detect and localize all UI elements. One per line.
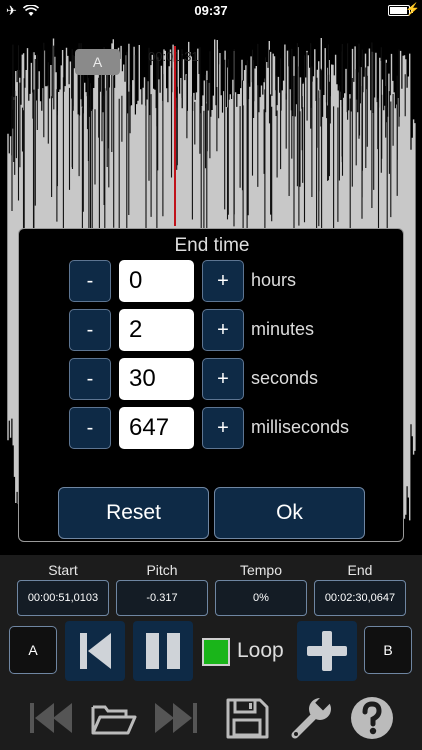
charging-icon: ⚡	[405, 2, 420, 16]
skip-to-start-button[interactable]	[65, 621, 125, 681]
seconds-increment-button[interactable]: +	[202, 358, 244, 400]
open-file-button[interactable]	[88, 695, 138, 741]
end-field[interactable]: 00:02:30,0647	[314, 580, 406, 616]
wrench-icon	[291, 693, 333, 739]
pitch-field[interactable]: -0.317	[116, 580, 208, 616]
control-panel: Start 00:00:51,0103 Pitch -0.317 Tempo 0…	[0, 555, 422, 750]
loop-checkbox[interactable]	[202, 638, 230, 666]
set-b-button[interactable]: B	[364, 626, 412, 674]
hours-row: - 0 + hours	[69, 260, 399, 302]
plus-icon	[307, 631, 347, 671]
milliseconds-row: - 647 + milliseconds	[69, 407, 399, 449]
minutes-increment-button[interactable]: +	[202, 309, 244, 351]
add-button[interactable]	[297, 621, 357, 681]
minutes-field[interactable]: 2	[119, 309, 194, 351]
skip-back-icon	[30, 703, 72, 733]
set-a-button[interactable]: A	[9, 626, 57, 674]
minutes-label: minutes	[251, 319, 315, 339]
save-button[interactable]	[222, 695, 272, 741]
start-field[interactable]: 00:00:51,0103	[17, 580, 109, 616]
hours-field[interactable]: 0	[119, 260, 194, 302]
tempo-label: Tempo	[239, 562, 283, 578]
minutes-decrement-button[interactable]: -	[69, 309, 111, 351]
seconds-label: seconds	[251, 368, 319, 388]
hours-label: hours	[251, 270, 297, 290]
seconds-row: - 30 + seconds	[69, 358, 399, 400]
hours-decrement-button[interactable]: -	[69, 260, 111, 302]
help-icon	[351, 697, 393, 739]
skip-forward-icon	[155, 703, 197, 733]
folder-open-icon	[91, 705, 137, 735]
settings-button[interactable]	[287, 693, 337, 741]
pause-icon	[146, 633, 180, 669]
save-icon	[226, 698, 269, 739]
minutes-row: - 2 + minutes	[69, 309, 399, 351]
pause-button[interactable]	[133, 621, 193, 681]
loop-label[interactable]: Loop	[237, 639, 284, 663]
milliseconds-increment-button[interactable]: +	[202, 407, 244, 449]
milliseconds-label: milliseconds	[251, 417, 350, 437]
status-bar: ✈ 09:37 ⚡	[0, 0, 422, 22]
help-button[interactable]	[348, 695, 398, 741]
status-time: 09:37	[194, 3, 228, 18]
marker-a-button[interactable]: A	[75, 49, 120, 75]
reset-button[interactable]: Reset	[58, 487, 209, 539]
ok-button[interactable]: Ok	[214, 487, 365, 539]
skip-to-start-icon	[80, 633, 111, 669]
milliseconds-decrement-button[interactable]: -	[69, 407, 111, 449]
end-time-dialog: End time - 0 + hours - 2 + minutes - 30 …	[18, 228, 404, 542]
start-label: Start	[48, 562, 78, 578]
milliseconds-field[interactable]: 647	[119, 407, 194, 449]
next-track-button[interactable]	[151, 695, 201, 741]
hours-increment-button[interactable]: +	[202, 260, 244, 302]
seconds-field[interactable]: 30	[119, 358, 194, 400]
pitch-label: Pitch	[146, 562, 178, 578]
tempo-field[interactable]: 0%	[215, 580, 307, 616]
playhead-line[interactable]	[174, 46, 176, 226]
end-label: End	[347, 562, 373, 578]
seconds-decrement-button[interactable]: -	[69, 358, 111, 400]
dialog-title: End time	[174, 235, 250, 256]
previous-track-button[interactable]	[26, 695, 76, 741]
